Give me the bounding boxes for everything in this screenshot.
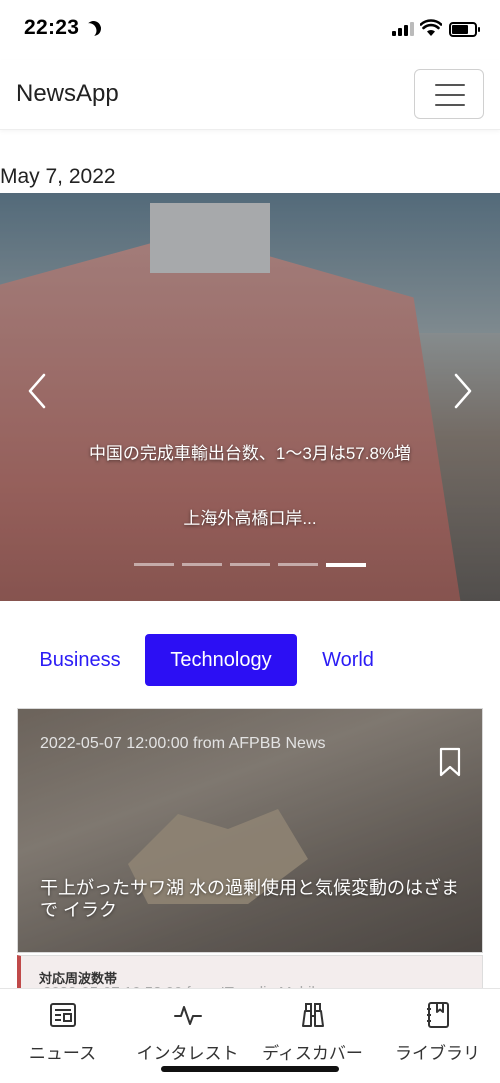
carousel-caption-title[interactable]: 中国の完成車輸出台数、1〜3月は57.8%増 [70, 443, 430, 464]
carousel-caption-subtitle: 上海外高橋口岸... [183, 509, 317, 528]
tabbar-item-library[interactable]: ライブラリ [375, 989, 500, 1069]
bookmark-icon[interactable] [438, 747, 462, 777]
signal-icon [392, 22, 414, 36]
tabbar-item-interest[interactable]: インタレスト [125, 989, 250, 1069]
tabbar-label: ニュース [28, 1044, 97, 1063]
battery-icon [449, 22, 480, 37]
carousel-prev-button[interactable] [24, 371, 50, 411]
carousel-indicator[interactable] [278, 563, 318, 566]
navbar: NewsApp [0, 60, 500, 130]
chevron-left-icon [28, 373, 46, 409]
tab-business[interactable]: Business [24, 634, 136, 686]
binoculars-icon [302, 1003, 324, 1027]
tabbar-label: ライブラリ [395, 1044, 480, 1063]
brand-title[interactable]: NewsApp [16, 80, 119, 108]
card-meta: 2022-05-07 12:00:00 from AFPBB News [40, 735, 326, 752]
tab-technology[interactable]: Technology [145, 634, 297, 686]
tab-world[interactable]: World [306, 634, 390, 686]
chevron-right-icon [454, 373, 472, 409]
tabbar-label: インタレスト [136, 1044, 239, 1063]
news-card[interactable]: 2022-05-07 12:00:00 from AFPBB News 干上がっ… [17, 708, 483, 953]
page-date: May 7, 2022 [0, 165, 116, 188]
wifi-icon [420, 19, 442, 36]
status-time: 22:23 [24, 16, 80, 39]
carousel-next-button[interactable] [450, 371, 476, 411]
carousel-indicator-active[interactable] [326, 563, 366, 567]
newspaper-icon [50, 1003, 76, 1027]
tabbar-item-discover[interactable]: ディスカバー [250, 989, 375, 1069]
moon-icon [84, 19, 104, 39]
status-bar: 22:23 [0, 0, 500, 60]
activity-icon [174, 1006, 202, 1025]
tabbar-item-news[interactable]: ニュース [0, 989, 125, 1069]
tabbar-label: ディスカバー [262, 1044, 363, 1063]
hamburger-icon [435, 84, 465, 86]
menu-toggle-button[interactable] [414, 69, 484, 119]
home-indicator[interactable] [161, 1066, 339, 1072]
carousel-indicator[interactable] [182, 563, 222, 566]
carousel-indicator[interactable] [134, 563, 174, 566]
headline-carousel[interactable]: 中国の完成車輸出台数、1〜3月は57.8%増 上海外高橋口岸... [0, 193, 500, 601]
library-book-icon [427, 1002, 449, 1028]
card-title: 干上がったサワ湖 水の過剰使用と気候変動のはざまで イラク [40, 878, 459, 920]
carousel-indicator[interactable] [230, 563, 270, 566]
